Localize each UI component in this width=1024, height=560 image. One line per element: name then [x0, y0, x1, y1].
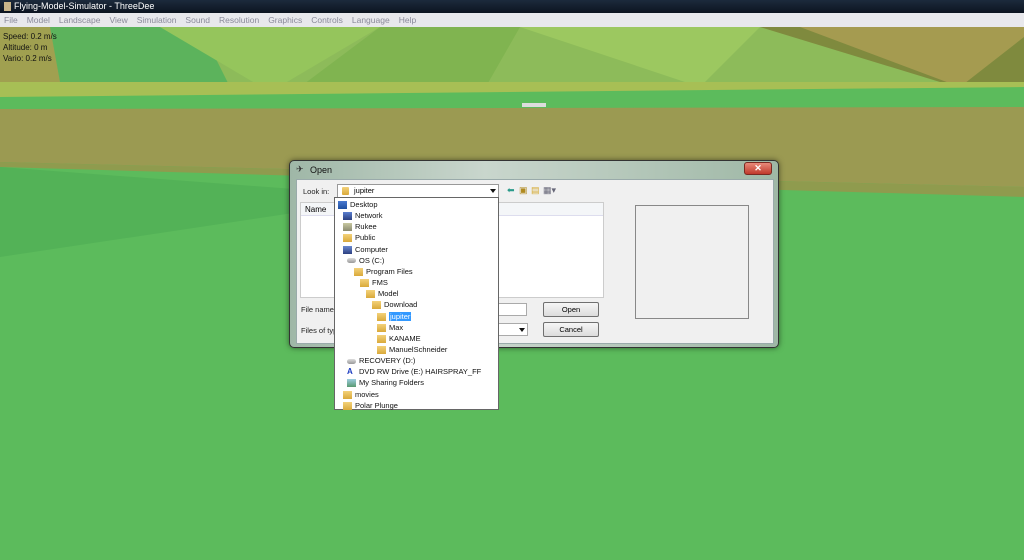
dropdown-item-label: Polar Plunge [355, 400, 398, 410]
flight-hud: Speed: 0.2 m/s Altitude: 0 m Vario: 0.2 … [3, 31, 57, 64]
dropdown-item[interactable]: Rukee [343, 221, 377, 232]
menu-file[interactable]: File [4, 13, 18, 27]
model-airplane [522, 103, 546, 107]
dropdown-item[interactable]: OS (C:) [347, 255, 384, 266]
folder-icon [360, 279, 369, 288]
dropdown-item-label: Desktop [350, 200, 378, 209]
cancel-button[interactable]: Cancel [543, 322, 599, 337]
dropdown-item[interactable]: ManuelSchneider [377, 344, 447, 355]
open-button[interactable]: Open [543, 302, 599, 317]
menu-graphics[interactable]: Graphics [268, 13, 302, 27]
menu-view[interactable]: View [109, 13, 127, 27]
speed-readout: Speed: 0.2 m/s [3, 32, 57, 41]
folder-icon [366, 290, 375, 299]
sharing-icon [347, 379, 356, 388]
computer-icon [343, 245, 352, 254]
dropdown-item[interactable]: Desktop [338, 199, 378, 210]
look-in-combo[interactable]: jupiter [337, 184, 499, 198]
dropdown-item-label: RECOVERY (D:) [359, 356, 416, 366]
up-folder-icon[interactable]: ▣ [519, 185, 528, 196]
folder-icon [377, 323, 386, 332]
menu-sound[interactable]: Sound [185, 13, 210, 27]
dialog-icon: ✈ [296, 164, 304, 174]
folder-icon [354, 267, 363, 276]
view-menu-icon[interactable]: ▦▾ [543, 185, 556, 196]
look-in-label: Look in: [303, 187, 330, 196]
dropdown-item-label: movies [355, 389, 379, 399]
dvd-icon: A [347, 367, 353, 377]
dropdown-item[interactable]: RECOVERY (D:) [347, 355, 415, 366]
dropdown-item[interactable]: Program Files [354, 266, 413, 277]
dropdown-item-label: Max [389, 322, 404, 332]
dropdown-item-label: KANAME [389, 333, 421, 343]
dropdown-item-label: FMS [372, 278, 388, 288]
dropdown-item-label: Program Files [366, 266, 413, 276]
app-icon [4, 2, 11, 11]
look-in-value: jupiter [354, 186, 375, 195]
vario-readout: Vario: 0.2 m/s [3, 54, 52, 63]
folder-icon [343, 401, 352, 410]
look-in-dropdown-list[interactable]: Desktop Network Rukee Public Computer OS (C:)… [334, 197, 499, 410]
menu-model[interactable]: Model [27, 13, 50, 27]
menu-language[interactable]: Language [352, 13, 390, 27]
window-title: Flying-Model-Simulator - ThreeDee [14, 1, 155, 11]
chevron-down-icon[interactable] [490, 189, 496, 193]
user-folder-icon [343, 223, 352, 232]
drive-icon [347, 258, 356, 264]
folder-icon [342, 187, 349, 195]
menu-simulation[interactable]: Simulation [137, 13, 177, 27]
dropdown-item[interactable]: Network [343, 210, 383, 221]
dropdown-item-label: OS (C:) [359, 255, 385, 265]
dropdown-item[interactable]: My Sharing Folders [347, 377, 424, 388]
dropdown-item[interactable]: Public [343, 232, 375, 243]
preview-pane [635, 205, 749, 319]
altitude-readout: Altitude: 0 m [3, 43, 48, 52]
desktop-icon [338, 201, 347, 210]
dropdown-item-label: Public [355, 233, 376, 243]
dropdown-item-label: DVD RW Drive (E:) HAIRSPRAY_FF [359, 367, 482, 377]
drive-icon [347, 358, 356, 364]
dropdown-item-label: Rukee [355, 222, 377, 232]
dropdown-item[interactable]: Model [366, 288, 398, 299]
network-icon [343, 212, 352, 221]
folder-icon [343, 390, 352, 399]
back-icon[interactable]: ⬅ [507, 185, 515, 196]
new-folder-icon[interactable]: ▤ [531, 185, 540, 196]
dropdown-item[interactable]: Computer [343, 244, 388, 255]
dropdown-item[interactable]: jupiter [377, 311, 412, 322]
dropdown-item[interactable]: Polar Plunge [343, 400, 398, 411]
close-button[interactable]: ✕ [744, 162, 772, 175]
dropdown-item[interactable]: KANAME [377, 333, 421, 344]
dialog-title: Open [310, 165, 333, 175]
dropdown-item-label: My Sharing Folders [359, 378, 425, 388]
folder-icon [377, 345, 386, 354]
dropdown-item[interactable]: Download [372, 299, 417, 310]
menu-controls[interactable]: Controls [311, 13, 343, 27]
files-of-type-label: Files of typ [301, 326, 338, 335]
folder-icon [377, 334, 386, 343]
menu-resolution[interactable]: Resolution [219, 13, 259, 27]
dropdown-item[interactable]: FMS [360, 277, 388, 288]
dropdown-item-label: Computer [355, 244, 388, 254]
dropdown-item-label: Model [378, 289, 399, 299]
folder-icon [377, 312, 386, 321]
menu-bar: File Model Landscape View Simulation Sou… [0, 13, 1024, 27]
chevron-down-icon[interactable] [519, 328, 525, 332]
menu-landscape[interactable]: Landscape [59, 13, 101, 27]
file-name-label: File name: [301, 305, 337, 314]
menu-help[interactable]: Help [399, 13, 416, 27]
dropdown-item-label: jupiter [389, 311, 412, 321]
dropdown-item-label: Network [355, 211, 383, 221]
folder-icon [343, 234, 352, 243]
dropdown-item-label: Download [384, 300, 418, 310]
dropdown-item-label: ManuelSchneider [389, 344, 448, 354]
dropdown-item[interactable]: movies [343, 389, 379, 400]
dropdown-item[interactable]: A DVD RW Drive (E:) HAIRSPRAY_FF [347, 366, 481, 377]
title-bar: Flying-Model-Simulator - ThreeDee [0, 0, 1024, 13]
dropdown-item[interactable]: Max [377, 322, 403, 333]
folder-icon [372, 301, 381, 310]
